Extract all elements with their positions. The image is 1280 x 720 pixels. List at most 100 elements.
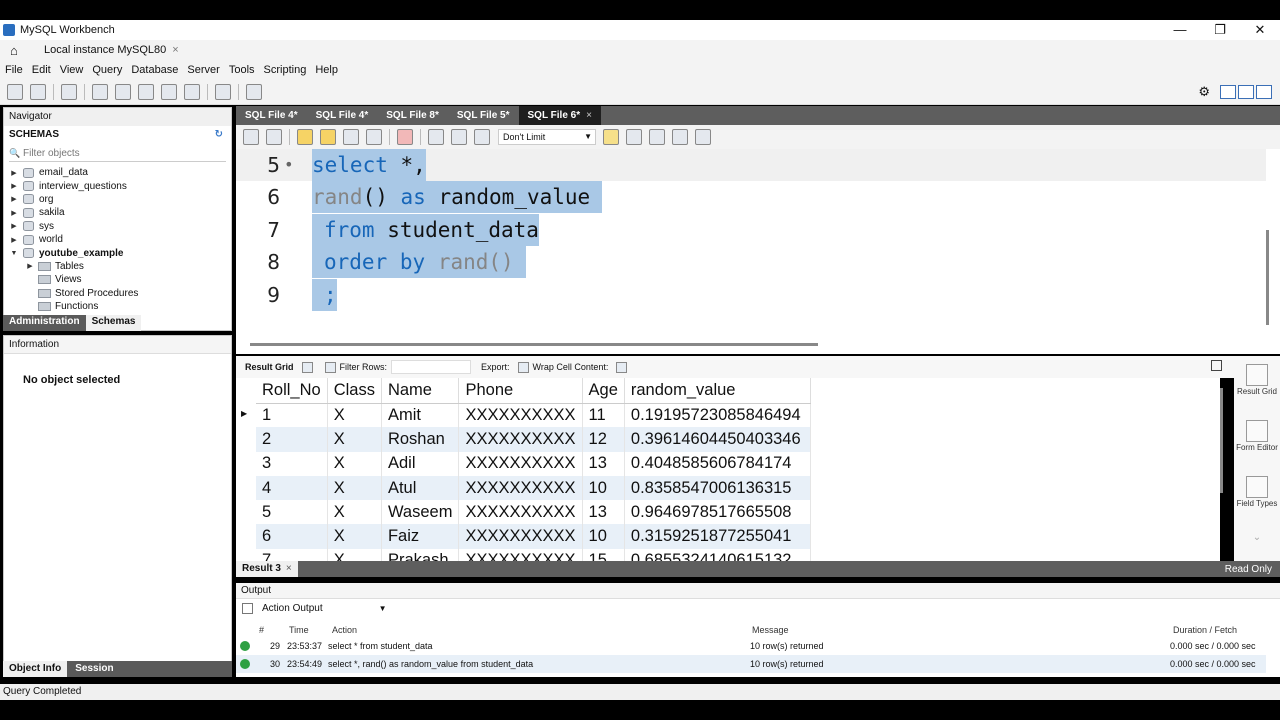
cell[interactable]: Atul [381, 475, 460, 501]
create-procedure-icon[interactable] [161, 84, 177, 100]
menu-server[interactable]: Server [187, 64, 219, 76]
cell[interactable]: 0.4048585606784174 [624, 451, 811, 476]
open-sql-script-icon[interactable] [30, 84, 46, 100]
cell[interactable]: X [327, 500, 382, 525]
collapse-arrow-icon[interactable]: ▼ [9, 250, 19, 257]
grid-icon[interactable] [301, 361, 313, 373]
menu-file[interactable]: File [5, 64, 23, 76]
cell[interactable]: Adil [381, 451, 460, 476]
cell[interactable]: 3 [256, 451, 328, 476]
create-function-icon[interactable] [184, 84, 200, 100]
wrap-lines-icon[interactable] [695, 129, 711, 145]
toggle-output-icon[interactable] [1238, 85, 1254, 99]
result-tab[interactable]: Result 3 × [236, 561, 298, 577]
schema-sakila[interactable]: ▶ sakila [4, 206, 231, 219]
execute-lightning-icon[interactable] [297, 129, 313, 145]
export-icon[interactable] [517, 361, 529, 373]
menu-view[interactable]: View [60, 64, 84, 76]
table-row[interactable]: 3 X Adil XXXXXXXXXX 13 0.4048585606784174 [256, 451, 811, 476]
refresh-icon[interactable]: ↻ [215, 126, 223, 144]
schema-interview-questions[interactable]: ▶ interview_questions [4, 179, 231, 192]
cell[interactable]: XXXXXXXXXX [458, 524, 583, 549]
cell[interactable]: Amit [381, 403, 460, 428]
tree-item-tables[interactable]: ▶ Tables [4, 260, 231, 273]
execute-current-lightning-icon[interactable] [320, 129, 336, 145]
home-icon[interactable]: ⌂ [10, 43, 26, 58]
expand-arrow-icon[interactable]: ▶ [9, 222, 19, 230]
cell[interactable]: Roshan [381, 427, 460, 452]
cell[interactable]: XXXXXXXXXX [458, 451, 583, 476]
table-row[interactable]: 2 X Roshan XXXXXXXXXX 12 0.39614604450403346 [256, 427, 811, 452]
create-schema-icon[interactable] [92, 84, 108, 100]
rollback-icon[interactable] [451, 129, 467, 145]
reconnect-icon[interactable] [246, 84, 262, 100]
minimize-button[interactable]: — [1160, 20, 1200, 40]
menu-help[interactable]: Help [315, 64, 338, 76]
table-row[interactable]: 1 X Amit XXXXXXXXXX 11 0.19195723085846494 [256, 403, 811, 428]
cell[interactable]: 13 [582, 451, 625, 476]
menu-edit[interactable]: Edit [32, 64, 51, 76]
sql-tab[interactable]: SQL File 4* [307, 106, 378, 125]
cell[interactable]: 5 [256, 500, 328, 525]
editor-horizontal-scrollbar[interactable] [250, 343, 818, 346]
cell[interactable]: 6 [256, 524, 328, 549]
invisible-chars-icon[interactable] [672, 129, 688, 145]
column-header[interactable]: Age [582, 378, 625, 404]
menu-scripting[interactable]: Scripting [264, 64, 307, 76]
sql-tab-active[interactable]: SQL File 6* × [518, 106, 601, 125]
cell[interactable]: 12 [582, 427, 625, 452]
sql-tab[interactable]: SQL File 8* [377, 106, 448, 125]
sql-editor[interactable]: 5 • select *, 6 rand() as random_value 7… [236, 149, 1280, 354]
create-view-icon[interactable] [138, 84, 154, 100]
result-grid-view-button[interactable]: Result Grid [1234, 364, 1280, 396]
cell[interactable]: X [327, 427, 382, 452]
scroll-down-chevron-icon[interactable]: ⌄ [1234, 533, 1280, 543]
cell[interactable]: Waseem [381, 500, 460, 525]
tree-item-functions[interactable]: Functions [4, 300, 231, 313]
find-icon[interactable] [649, 129, 665, 145]
grid-vertical-scrollbar[interactable] [1220, 388, 1223, 493]
inspector-icon[interactable] [61, 84, 77, 100]
explain-magnifier-icon[interactable] [343, 129, 359, 145]
save-icon[interactable] [266, 129, 282, 145]
add-snippet-star-icon[interactable] [603, 129, 619, 145]
editor-vertical-scrollbar[interactable] [1266, 230, 1269, 325]
instance-tab[interactable]: Local instance MySQL80 [44, 44, 166, 56]
expand-arrow-icon[interactable]: ▶ [9, 182, 19, 190]
tree-item-views[interactable]: Views [4, 273, 231, 286]
cell[interactable]: 1 [256, 403, 328, 428]
column-header[interactable]: Phone [458, 378, 583, 404]
toggle-sidebar-icon[interactable] [1220, 85, 1236, 99]
expand-arrow-icon[interactable]: ▶ [9, 209, 19, 217]
field-types-view-button[interactable]: Field Types [1234, 476, 1280, 508]
tab-object-info[interactable]: Object Info [3, 661, 68, 677]
schema-email-data[interactable]: ▶ email_data [4, 166, 231, 179]
output-row[interactable]: 29 23:53:37 select * from student_data 1… [236, 637, 1266, 655]
sql-tab[interactable]: SQL File 4* [236, 106, 307, 125]
column-header[interactable]: random_value [624, 378, 811, 404]
menu-query[interactable]: Query [92, 64, 122, 76]
cell[interactable]: 4 [256, 475, 328, 501]
output-row[interactable]: 30 23:54:49 select *, rand() as random_v… [236, 655, 1266, 673]
tab-schemas[interactable]: Schemas [85, 315, 142, 331]
cell[interactable]: XXXXXXXXXX [458, 427, 583, 452]
cell[interactable]: 0.8358547006136315 [624, 475, 811, 501]
result-grid[interactable]: ▶ Roll_No Class Name Phone Age random_va… [236, 378, 1220, 561]
commit-icon[interactable] [428, 129, 444, 145]
cell[interactable]: 10 [582, 524, 625, 549]
instance-tab-close-icon[interactable]: × [172, 44, 178, 56]
filter-rows-input[interactable] [391, 360, 472, 374]
cell[interactable]: 2 [256, 427, 328, 452]
expand-arrow-icon[interactable]: ▶ [9, 195, 19, 203]
cell[interactable]: 7 [256, 548, 328, 561]
search-table-data-icon[interactable] [215, 84, 231, 100]
schema-sys[interactable]: ▶ sys [4, 220, 231, 233]
stop-icon[interactable] [366, 129, 382, 145]
cell[interactable]: X [327, 548, 382, 561]
beautify-broom-icon[interactable] [626, 129, 642, 145]
settings-icon[interactable]: ⚙ [1198, 84, 1210, 100]
cell[interactable]: 0.6855324140615132 [624, 548, 811, 561]
refresh-icon[interactable] [324, 361, 336, 373]
open-file-icon[interactable] [243, 129, 259, 145]
create-table-icon[interactable] [115, 84, 131, 100]
